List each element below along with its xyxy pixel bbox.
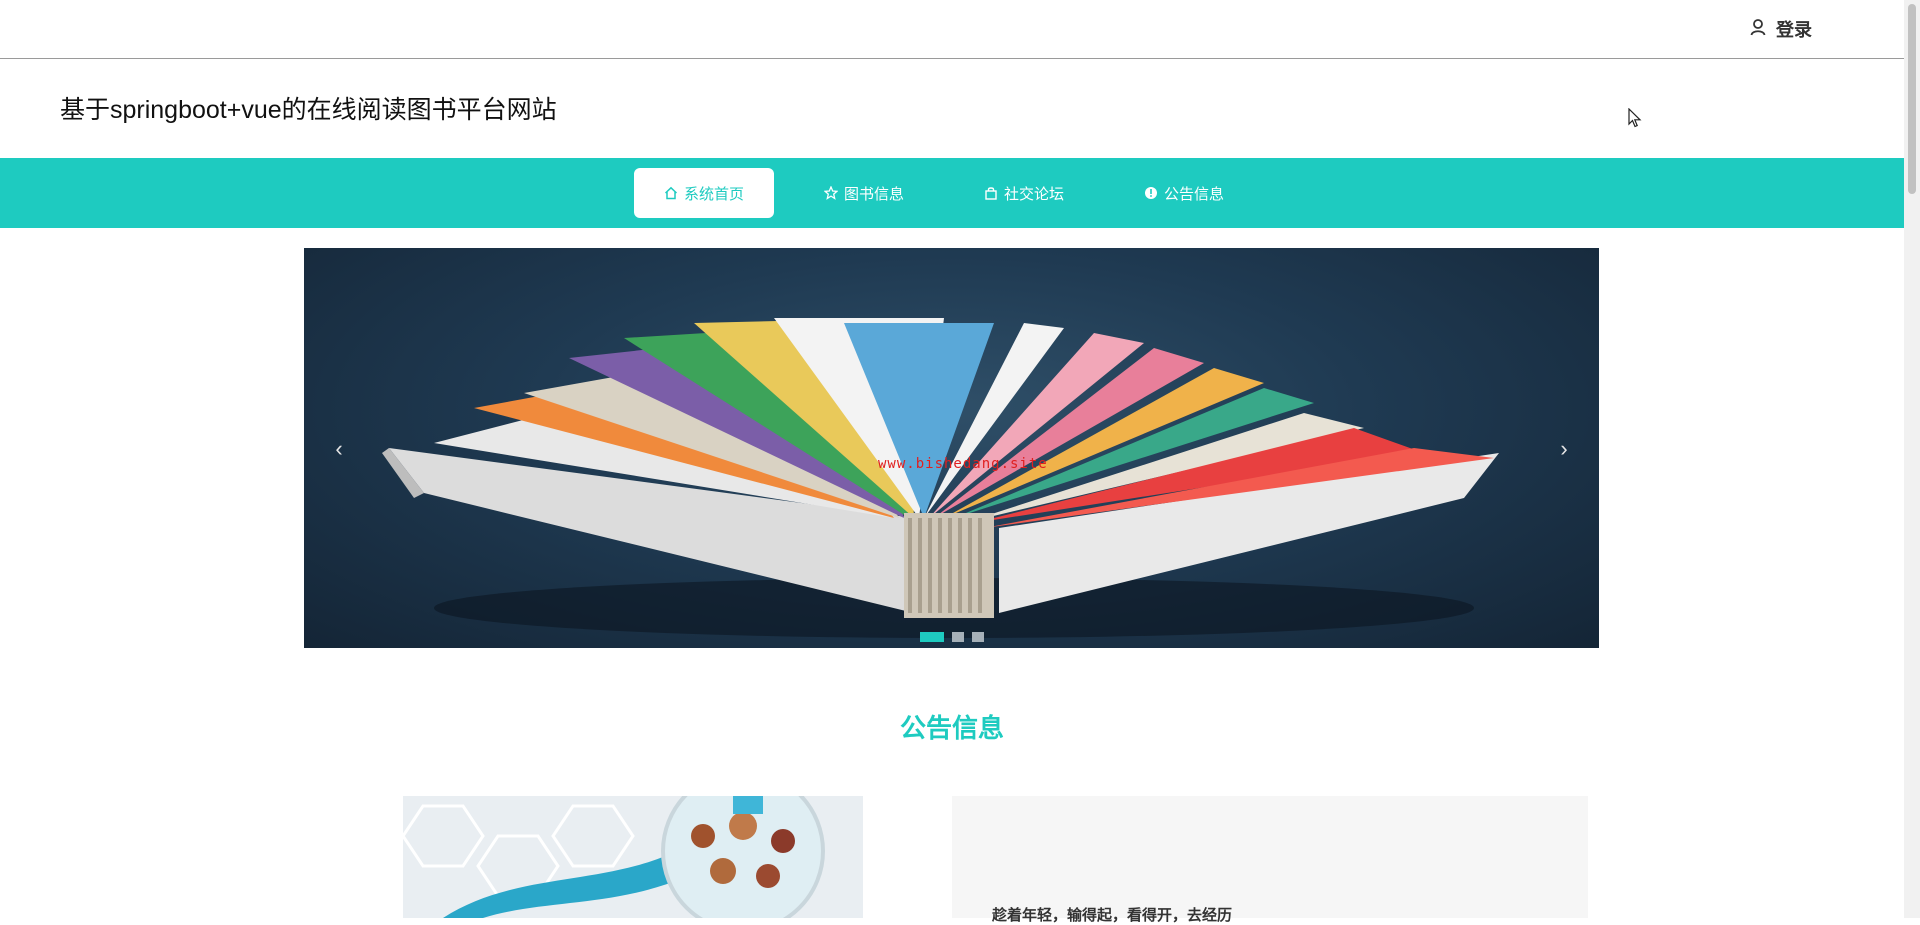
star-icon <box>824 186 839 200</box>
nav-item-forum[interactable]: 社交论坛 <box>954 168 1094 218</box>
nav-label: 系统首页 <box>684 185 745 203</box>
nav-label: 公告信息 <box>1164 185 1225 203</box>
carousel-indicators <box>920 632 984 642</box>
login-button[interactable]: 登录 <box>1750 16 1812 42</box>
watermark-text: www.bishedang.site <box>878 456 1048 472</box>
carousel-next-button[interactable]: › <box>1549 434 1579 464</box>
carousel-prev-button[interactable]: ‹ <box>324 434 354 464</box>
scrollbar-thumb[interactable] <box>1908 4 1916 194</box>
info-icon <box>1144 186 1158 200</box>
nav-item-notices[interactable]: 公告信息 <box>1114 168 1254 218</box>
site-title: 基于springboot+vue的在线阅读图书平台网站 <box>60 96 557 124</box>
carousel-indicator[interactable] <box>952 632 964 642</box>
main-nav: 系统首页 图书信息 社交论坛 公告信息 <box>0 158 1904 228</box>
page-scrollbar[interactable] <box>1904 0 1920 918</box>
book-banner-image <box>382 318 1499 638</box>
notice-card[interactable]: 趁着年轻，输得起，看得开，去经历 <box>952 796 1588 924</box>
carousel-indicator[interactable] <box>972 632 984 642</box>
nav-item-books[interactable]: 图书信息 <box>794 168 934 218</box>
login-label: 登录 <box>1776 20 1812 40</box>
top-bar: 登录 <box>0 0 1904 59</box>
bag-icon <box>984 186 998 200</box>
carousel-indicator[interactable] <box>920 632 944 642</box>
nav-label: 图书信息 <box>844 185 905 203</box>
user-icon <box>1750 18 1766 41</box>
nav-label: 社交论坛 <box>1004 185 1065 203</box>
mouse-cursor-icon <box>1628 107 1642 133</box>
nav-item-home[interactable]: 系统首页 <box>634 168 775 218</box>
notice-image[interactable] <box>403 796 863 918</box>
notice-title: 趁着年轻，输得起，看得开，去经历 <box>992 907 1233 924</box>
section-title-notices: 公告信息 <box>899 713 1004 743</box>
banner-carousel[interactable]: www.bishedang.site ‹ › <box>304 248 1599 648</box>
home-icon <box>664 186 678 200</box>
